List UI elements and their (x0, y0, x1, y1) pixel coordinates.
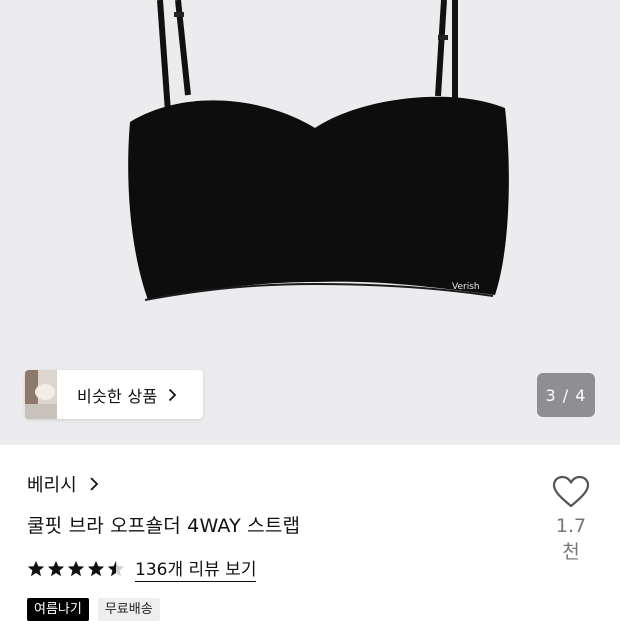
similar-products-label: 비슷한 상품 (77, 386, 158, 406)
tag-summer: 여름나기 (27, 598, 89, 621)
wish-count: 1.7천 (555, 515, 587, 563)
chevron-right-icon (89, 476, 99, 492)
wishlist-button[interactable]: 1.7천 (548, 475, 594, 564)
star-icon (27, 560, 45, 576)
rating-row: 136개 리뷰 보기 (27, 555, 257, 582)
product-info: 베리시 쿨핏 브라 오프숄더 4WAY 스트랩 1.7천 136개 리뷰 보기 … (0, 445, 620, 621)
chevron-right-icon (168, 388, 177, 402)
image-counter: 3 / 4 (537, 373, 595, 417)
similar-product-thumbnail (25, 370, 57, 419)
product-title: 쿨핏 브라 오프숄더 4WAY 스트랩 (27, 515, 301, 537)
star-icon (67, 560, 85, 576)
star-rating (27, 560, 125, 578)
star-icon (47, 560, 65, 576)
similar-products-button[interactable]: 비슷한 상품 (25, 370, 203, 419)
tag-free-shipping: 무료배송 (97, 598, 160, 621)
brand-logo: Verish (452, 282, 480, 292)
product-image-gallery[interactable]: Verish 비슷한 상품 3 / 4 (0, 0, 620, 445)
reviews-link[interactable]: 136개 리뷰 보기 (135, 555, 257, 582)
product-tags: 여름나기 무료배송 (27, 598, 160, 621)
half-star-icon (107, 560, 125, 576)
heart-icon (552, 475, 590, 508)
brand-link[interactable]: 베리시 (27, 471, 99, 497)
star-icon (87, 560, 105, 576)
brand-name: 베리시 (27, 475, 77, 496)
